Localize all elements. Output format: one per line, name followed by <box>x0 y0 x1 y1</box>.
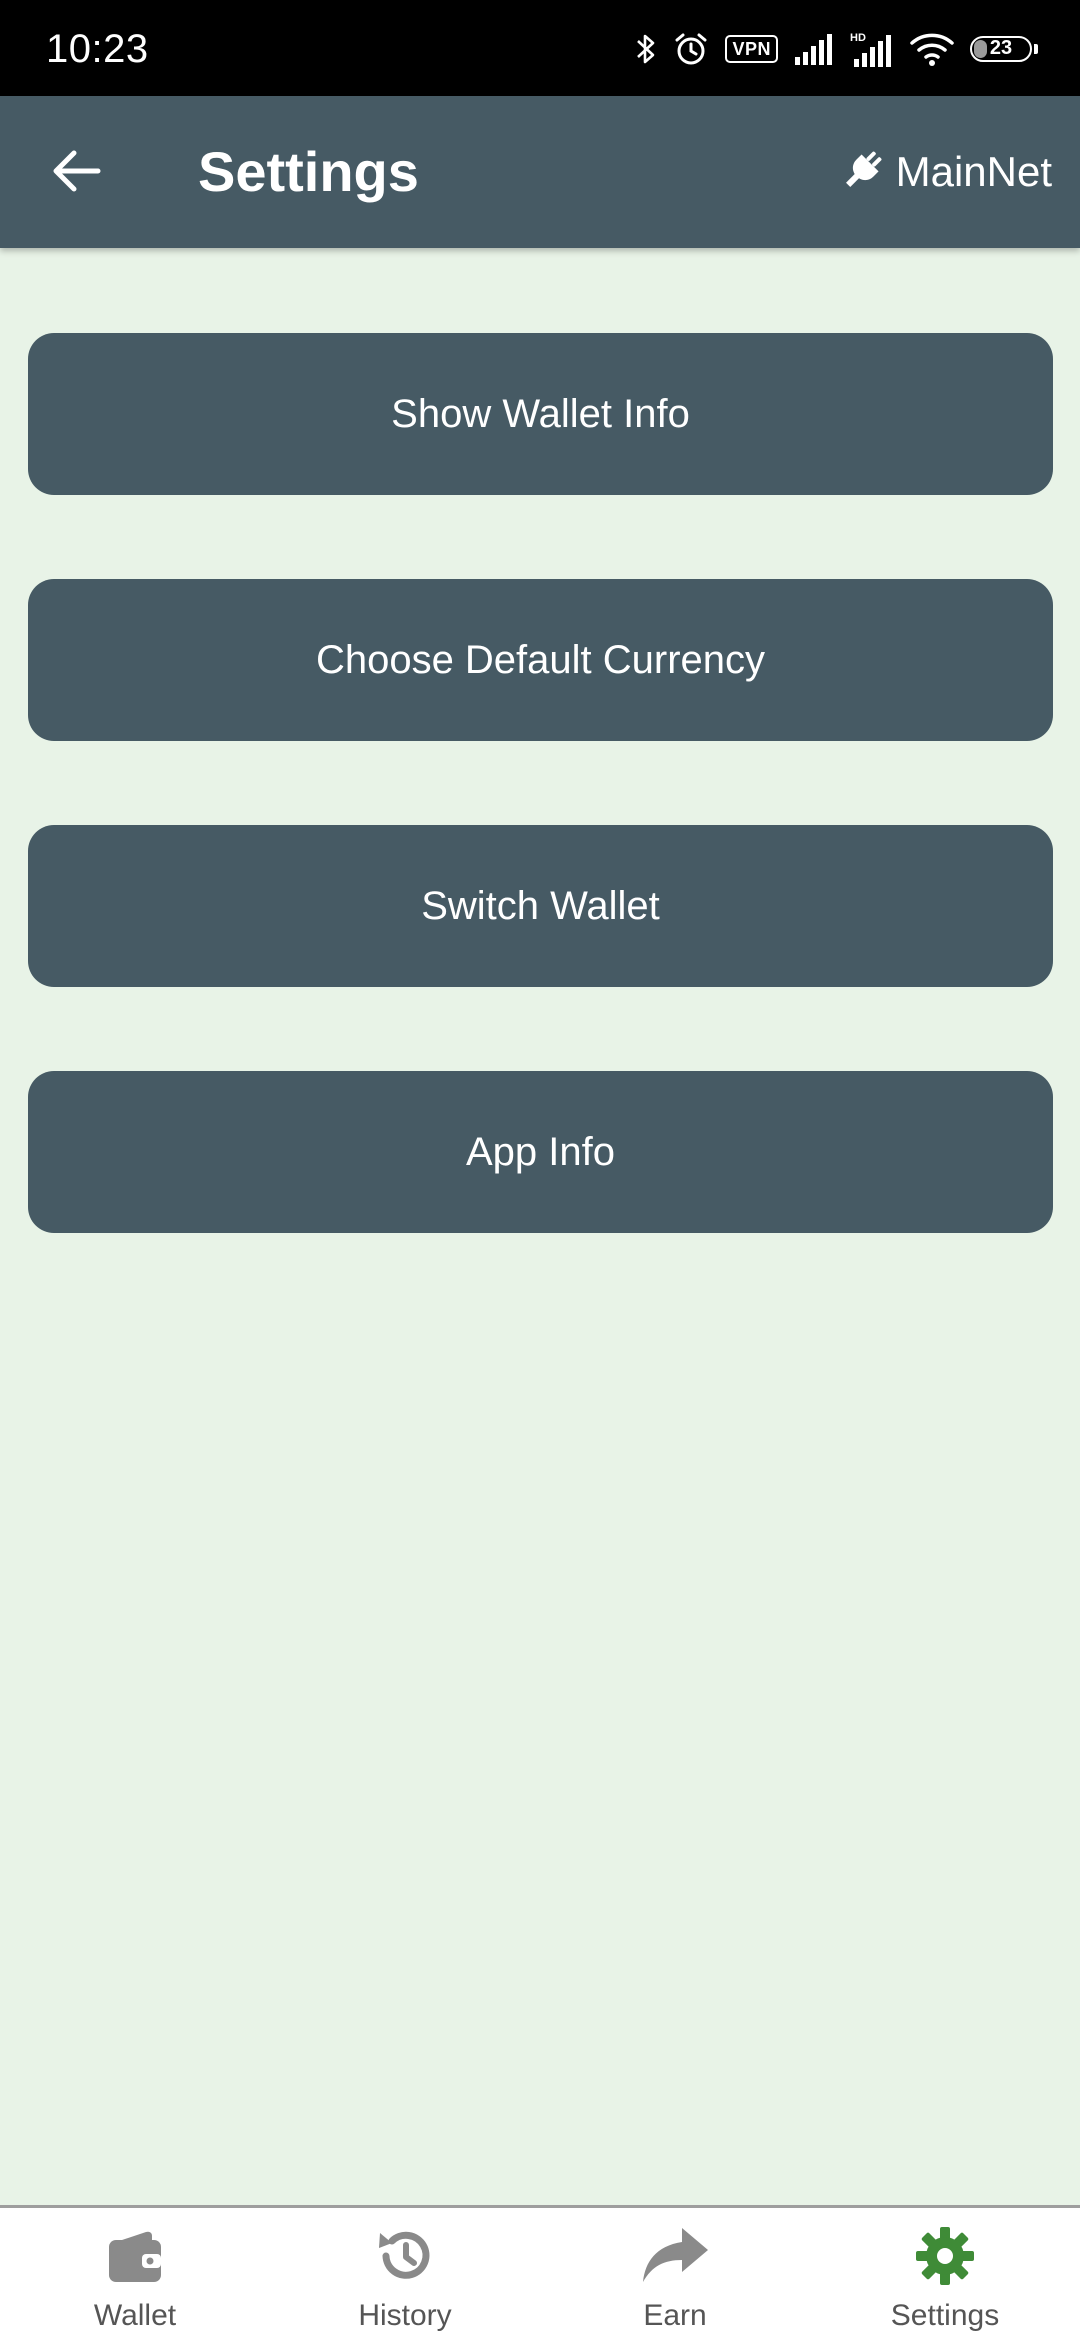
show-wallet-info-button[interactable]: Show Wallet Info <box>28 333 1053 495</box>
page-title: Settings <box>198 140 419 203</box>
signal-icon <box>794 33 834 65</box>
bluetooth-icon <box>635 31 657 67</box>
network-label: MainNet <box>895 148 1052 195</box>
back-button[interactable] <box>42 138 112 208</box>
status-icons: VPN HD 23 <box>635 26 1038 72</box>
nav-item-earn[interactable]: Earn <box>540 2208 810 2340</box>
hd-signal-icon: HD <box>850 31 894 67</box>
wallet-icon <box>106 2228 164 2289</box>
share-arrow-icon <box>640 2226 710 2291</box>
alarm-icon <box>673 31 709 67</box>
nav-item-history[interactable]: History <box>270 2208 540 2340</box>
status-bar: 10:23 VPN HD 23 <box>0 0 1080 96</box>
arrow-left-icon <box>52 149 102 198</box>
wifi-icon <box>910 32 954 66</box>
network-selector[interactable]: MainNet <box>840 142 1052 202</box>
plug-icon <box>840 147 886 198</box>
nav-label-wallet: Wallet <box>93 2299 177 2332</box>
nav-item-settings[interactable]: Settings <box>810 2208 1080 2340</box>
bottom-nav: Wallet History Earn Settings <box>0 2205 1080 2340</box>
settings-list: Show Wallet Info Choose Default Currency… <box>28 333 1053 1317</box>
app-info-button[interactable]: App Info <box>28 1071 1053 1233</box>
svg-text:HD: HD <box>850 32 866 44</box>
history-icon <box>374 2226 436 2291</box>
choose-default-currency-button[interactable]: Choose Default Currency <box>28 579 1053 741</box>
vpn-icon: VPN <box>725 35 778 63</box>
battery-level: 23 <box>989 37 1013 59</box>
nav-label-earn: Earn <box>643 2299 707 2332</box>
nav-label-history: History <box>358 2299 452 2332</box>
app-bar: Settings MainNet <box>0 96 1080 248</box>
gear-icon <box>915 2226 975 2291</box>
nav-label-settings: Settings <box>890 2299 1000 2332</box>
battery-icon: 23 <box>970 36 1038 62</box>
status-time: 10:23 <box>46 27 149 71</box>
switch-wallet-button[interactable]: Switch Wallet <box>28 825 1053 987</box>
nav-item-wallet[interactable]: Wallet <box>0 2208 270 2340</box>
